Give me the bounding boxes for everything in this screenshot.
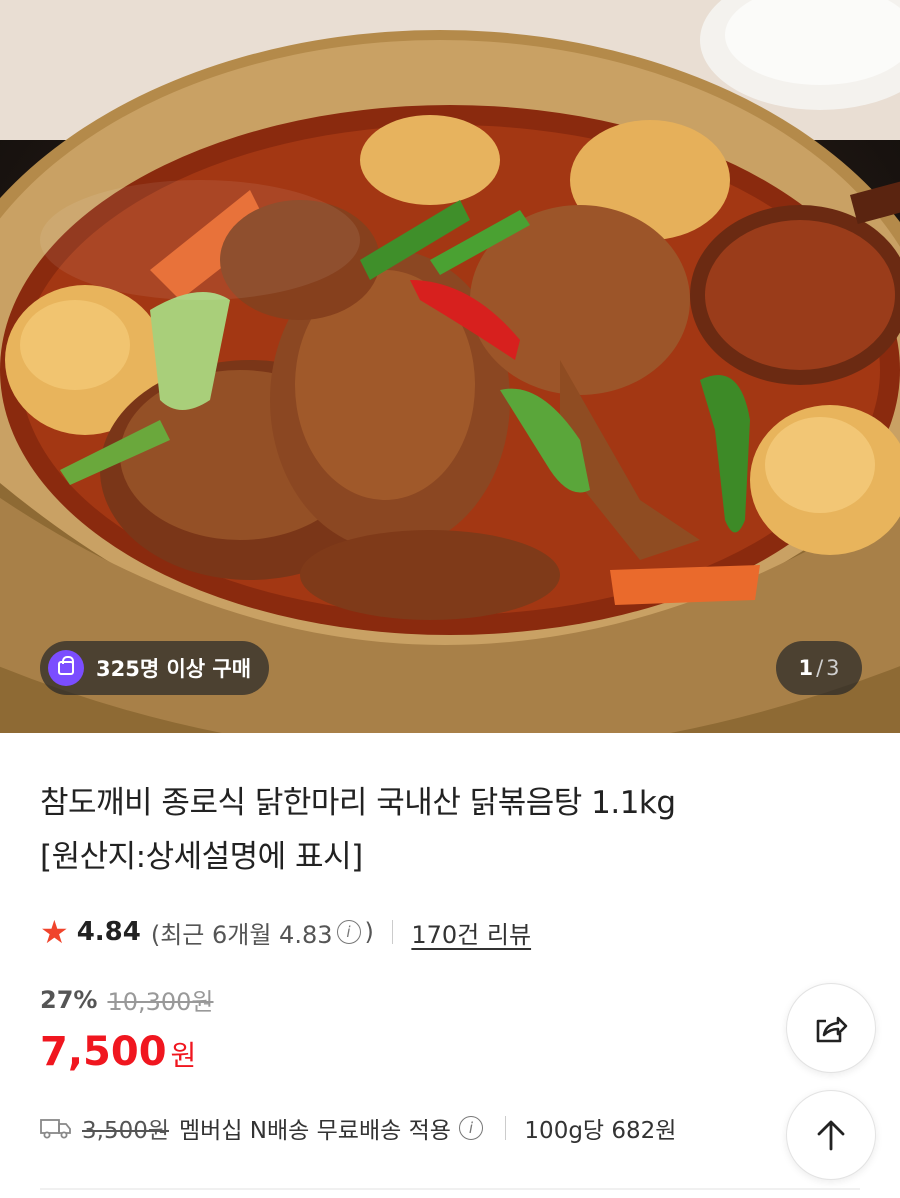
pager-separator: /	[816, 656, 824, 680]
product-title-line2: [원산지:상세설명에 표시]	[40, 839, 363, 875]
recent-rating-suffix: )	[364, 918, 374, 946]
pager-current: 1	[798, 656, 814, 680]
shipping-benefit-text: 멤버십 N배송 무료배송 적용	[179, 1118, 451, 1144]
unit-price: 100g당 682원	[524, 1118, 677, 1144]
arrow-up-icon	[817, 1120, 845, 1151]
sale-price: 7,500	[40, 1029, 167, 1075]
truck-icon	[40, 1119, 71, 1139]
shipping-info-icon[interactable]: i	[458, 1116, 483, 1140]
divider	[391, 920, 394, 944]
star-icon: ★	[40, 913, 69, 951]
review-count-link[interactable]: 170건 리뷰	[411, 915, 531, 950]
purchase-count-text: 325명 이상 구매	[96, 657, 252, 681]
purchase-bag-icon	[48, 650, 84, 686]
divider	[504, 1116, 507, 1140]
product-title-line1: 참도깨비 종로식 닭한마리 국내산 닭볶음탕 1.1kg	[40, 785, 676, 821]
discount-rate: 27%	[40, 985, 98, 1014]
share-icon	[816, 1016, 848, 1043]
info-icon[interactable]: i	[336, 920, 361, 944]
pager-total: 3	[826, 656, 840, 680]
product-image[interactable]: 325명 이상 구매 1 / 3	[0, 0, 900, 733]
section-divider	[40, 1188, 860, 1190]
purchase-count-badge: 325명 이상 구매	[40, 641, 270, 695]
delivery-row: 3,500원 멤버십 N배송 무료배송 적용 i 100g당 682원	[40, 1108, 676, 1148]
image-pager: 1 / 3	[776, 641, 862, 695]
scroll-top-button[interactable]	[786, 1090, 876, 1180]
recent-rating: (최근 6개월 4.83 i )	[151, 915, 374, 950]
price-block: 27% 10,300원 7,500 원	[40, 982, 214, 1076]
shipping-original-fee: 3,500원	[82, 1118, 170, 1144]
product-photo	[0, 0, 900, 733]
original-price: 10,300원	[107, 988, 214, 1016]
share-button[interactable]	[786, 983, 876, 1073]
recent-rating-prefix: (최근 6개월 4.83	[150, 920, 333, 949]
rating-row: ★ 4.84 (최근 6개월 4.83 i ) 170건 리뷰	[40, 910, 531, 954]
sale-price-unit: 원	[170, 1039, 197, 1072]
product-title: 참도깨비 종로식 닭한마리 국내산 닭볶음탕 1.1kg [원산지:상세설명에 …	[40, 776, 840, 884]
rating-score: 4.84	[76, 917, 141, 947]
discount-row: 27% 10,300원	[40, 982, 214, 1017]
sale-price-row: 7,500 원	[40, 1029, 214, 1075]
